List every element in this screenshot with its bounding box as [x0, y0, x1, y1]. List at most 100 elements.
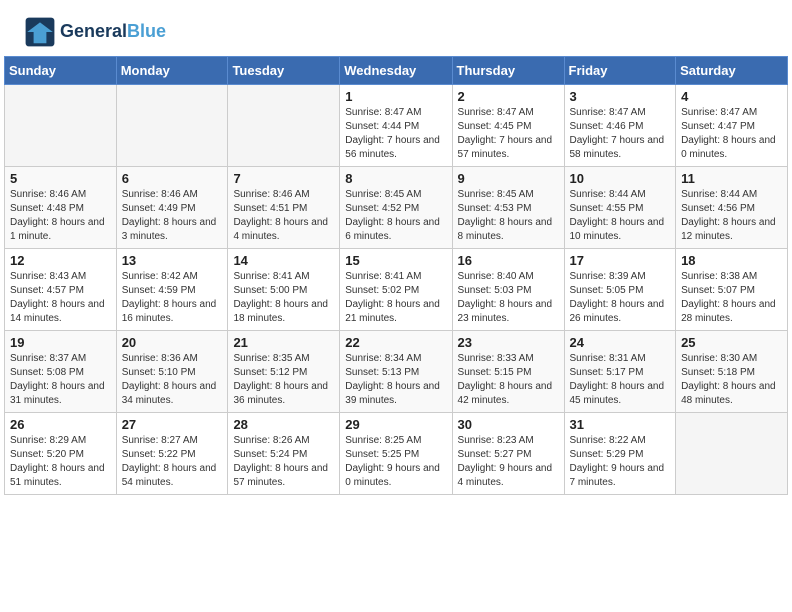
logo: GeneralBlue	[24, 16, 166, 48]
calendar-cell: 10 Sunrise: 8:44 AM Sunset: 4:55 PM Dayli…	[564, 167, 676, 249]
day-info: Sunrise: 8:45 AM Sunset: 4:52 PM Dayligh…	[345, 188, 446, 244]
calendar-table: SundayMondayTuesdayWednesdayThursdayFrid…	[4, 56, 788, 495]
calendar-cell: 23Sunrise: 8:33 AM Sunset: 5:15 PM Dayli…	[452, 331, 564, 413]
day-number: 21	[233, 335, 334, 350]
day-number: 31	[570, 417, 671, 432]
day-info: Sunrise: 8:46 AM Sunset: 4:51 PM Dayligh…	[233, 188, 334, 244]
calendar-cell: 1 Sunrise: 8:47 AM Sunset: 4:44 PM Daylig…	[340, 85, 452, 167]
day-info: Sunrise: 8:47 AM Sunset: 4:44 PM Dayligh…	[345, 106, 446, 162]
calendar-week-row: 1 Sunrise: 8:47 AM Sunset: 4:44 PM Daylig…	[5, 85, 788, 167]
weekday-header: Thursday	[452, 57, 564, 85]
day-number: 15	[345, 253, 446, 268]
day-number: 2	[458, 89, 559, 104]
day-number: 6	[122, 171, 223, 186]
day-info: Sunrise: 8:33 AM Sunset: 5:15 PM Dayligh…	[458, 352, 559, 408]
day-number: 22	[345, 335, 446, 350]
calendar-cell: 11 Sunrise: 8:44 AM Sunset: 4:56 PM Dayli…	[676, 167, 788, 249]
day-info: Sunrise: 8:42 AM Sunset: 4:59 PM Dayligh…	[122, 270, 223, 326]
weekday-header: Tuesday	[228, 57, 340, 85]
day-info: Sunrise: 8:44 AM Sunset: 4:55 PM Dayligh…	[570, 188, 671, 244]
day-number: 9	[458, 171, 559, 186]
calendar-cell: 17Sunrise: 8:39 AM Sunset: 5:05 PM Dayli…	[564, 249, 676, 331]
day-info: Sunrise: 8:46 AM Sunset: 4:48 PM Dayligh…	[10, 188, 111, 244]
day-number: 18	[681, 253, 782, 268]
day-number: 25	[681, 335, 782, 350]
weekday-header-row: SundayMondayTuesdayWednesdayThursdayFrid…	[5, 57, 788, 85]
day-info: Sunrise: 8:25 AM Sunset: 5:25 PM Dayligh…	[345, 434, 446, 490]
day-info: Sunrise: 8:35 AM Sunset: 5:12 PM Dayligh…	[233, 352, 334, 408]
page-header: GeneralBlue	[4, 0, 788, 56]
calendar-cell: 29 Sunrise: 8:25 AM Sunset: 5:25 PM Dayli…	[340, 413, 452, 495]
calendar-cell: 15 Sunrise: 8:41 AM Sunset: 5:02 PM Dayli…	[340, 249, 452, 331]
day-number: 24	[570, 335, 671, 350]
day-number: 5	[10, 171, 111, 186]
calendar-cell: 21 Sunrise: 8:35 AM Sunset: 5:12 PM Dayli…	[228, 331, 340, 413]
day-info: Sunrise: 8:37 AM Sunset: 5:08 PM Dayligh…	[10, 352, 111, 408]
day-info: Sunrise: 8:40 AM Sunset: 5:03 PM Dayligh…	[458, 270, 559, 326]
calendar-cell: 28 Sunrise: 8:26 AM Sunset: 5:24 PM Dayli…	[228, 413, 340, 495]
day-info: Sunrise: 8:26 AM Sunset: 5:24 PM Dayligh…	[233, 434, 334, 490]
day-number: 10	[570, 171, 671, 186]
day-info: Sunrise: 8:39 AM Sunset: 5:05 PM Dayligh…	[570, 270, 671, 326]
calendar-cell	[228, 85, 340, 167]
calendar-cell: 20Sunrise: 8:36 AM Sunset: 5:10 PM Dayli…	[116, 331, 228, 413]
logo-icon	[24, 16, 56, 48]
calendar-cell: 24 Sunrise: 8:31 AM Sunset: 5:17 PM Dayli…	[564, 331, 676, 413]
calendar-cell: 14 Sunrise: 8:41 AM Sunset: 5:00 PM Dayli…	[228, 249, 340, 331]
calendar-cell: 31 Sunrise: 8:22 AM Sunset: 5:29 PM Dayli…	[564, 413, 676, 495]
day-number: 27	[122, 417, 223, 432]
weekday-header: Friday	[564, 57, 676, 85]
calendar-cell	[676, 413, 788, 495]
calendar-cell: 18 Sunrise: 8:38 AM Sunset: 5:07 PM Dayli…	[676, 249, 788, 331]
day-info: Sunrise: 8:47 AM Sunset: 4:45 PM Dayligh…	[458, 106, 559, 162]
day-info: Sunrise: 8:31 AM Sunset: 5:17 PM Dayligh…	[570, 352, 671, 408]
calendar-cell: 5 Sunrise: 8:46 AM Sunset: 4:48 PM Daylig…	[5, 167, 117, 249]
calendar-cell: 6 Sunrise: 8:46 AM Sunset: 4:49 PM Daylig…	[116, 167, 228, 249]
day-number: 3	[570, 89, 671, 104]
calendar-cell	[116, 85, 228, 167]
day-number: 14	[233, 253, 334, 268]
day-info: Sunrise: 8:43 AM Sunset: 4:57 PM Dayligh…	[10, 270, 111, 326]
calendar-cell: 25 Sunrise: 8:30 AM Sunset: 5:18 PM Dayli…	[676, 331, 788, 413]
calendar-cell: 22 Sunrise: 8:34 AM Sunset: 5:13 PM Dayli…	[340, 331, 452, 413]
calendar-cell: 3 Sunrise: 8:47 AM Sunset: 4:46 PM Daylig…	[564, 85, 676, 167]
calendar-cell: 8 Sunrise: 8:45 AM Sunset: 4:52 PM Daylig…	[340, 167, 452, 249]
day-info: Sunrise: 8:36 AM Sunset: 5:10 PM Dayligh…	[122, 352, 223, 408]
day-info: Sunrise: 8:44 AM Sunset: 4:56 PM Dayligh…	[681, 188, 782, 244]
day-info: Sunrise: 8:38 AM Sunset: 5:07 PM Dayligh…	[681, 270, 782, 326]
calendar-cell: 12 Sunrise: 8:43 AM Sunset: 4:57 PM Dayli…	[5, 249, 117, 331]
day-info: Sunrise: 8:47 AM Sunset: 4:46 PM Dayligh…	[570, 106, 671, 162]
day-info: Sunrise: 8:22 AM Sunset: 5:29 PM Dayligh…	[570, 434, 671, 490]
calendar-cell	[5, 85, 117, 167]
calendar-cell: 9 Sunrise: 8:45 AM Sunset: 4:53 PM Daylig…	[452, 167, 564, 249]
day-number: 8	[345, 171, 446, 186]
day-number: 11	[681, 171, 782, 186]
day-info: Sunrise: 8:30 AM Sunset: 5:18 PM Dayligh…	[681, 352, 782, 408]
calendar-body: 1 Sunrise: 8:47 AM Sunset: 4:44 PM Daylig…	[5, 85, 788, 495]
calendar-cell: 16Sunrise: 8:40 AM Sunset: 5:03 PM Dayli…	[452, 249, 564, 331]
day-number: 30	[458, 417, 559, 432]
calendar-cell: 4Sunrise: 8:47 AM Sunset: 4:47 PM Daylig…	[676, 85, 788, 167]
calendar-cell: 7Sunrise: 8:46 AM Sunset: 4:51 PM Daylig…	[228, 167, 340, 249]
calendar-week-row: 12 Sunrise: 8:43 AM Sunset: 4:57 PM Dayli…	[5, 249, 788, 331]
day-number: 12	[10, 253, 111, 268]
calendar-week-row: 26Sunrise: 8:29 AM Sunset: 5:20 PM Dayli…	[5, 413, 788, 495]
weekday-header: Saturday	[676, 57, 788, 85]
calendar-cell: 27Sunrise: 8:27 AM Sunset: 5:22 PM Dayli…	[116, 413, 228, 495]
weekday-header: Wednesday	[340, 57, 452, 85]
day-info: Sunrise: 8:41 AM Sunset: 5:00 PM Dayligh…	[233, 270, 334, 326]
day-info: Sunrise: 8:46 AM Sunset: 4:49 PM Dayligh…	[122, 188, 223, 244]
day-number: 28	[233, 417, 334, 432]
day-number: 19	[10, 335, 111, 350]
day-info: Sunrise: 8:34 AM Sunset: 5:13 PM Dayligh…	[345, 352, 446, 408]
day-info: Sunrise: 8:29 AM Sunset: 5:20 PM Dayligh…	[10, 434, 111, 490]
day-info: Sunrise: 8:47 AM Sunset: 4:47 PM Dayligh…	[681, 106, 782, 162]
day-number: 29	[345, 417, 446, 432]
day-number: 1	[345, 89, 446, 104]
weekday-header: Sunday	[5, 57, 117, 85]
calendar-week-row: 19 Sunrise: 8:37 AM Sunset: 5:08 PM Dayli…	[5, 331, 788, 413]
calendar-cell: 2 Sunrise: 8:47 AM Sunset: 4:45 PM Daylig…	[452, 85, 564, 167]
day-info: Sunrise: 8:45 AM Sunset: 4:53 PM Dayligh…	[458, 188, 559, 244]
day-info: Sunrise: 8:41 AM Sunset: 5:02 PM Dayligh…	[345, 270, 446, 326]
logo-text: GeneralBlue	[60, 22, 166, 42]
